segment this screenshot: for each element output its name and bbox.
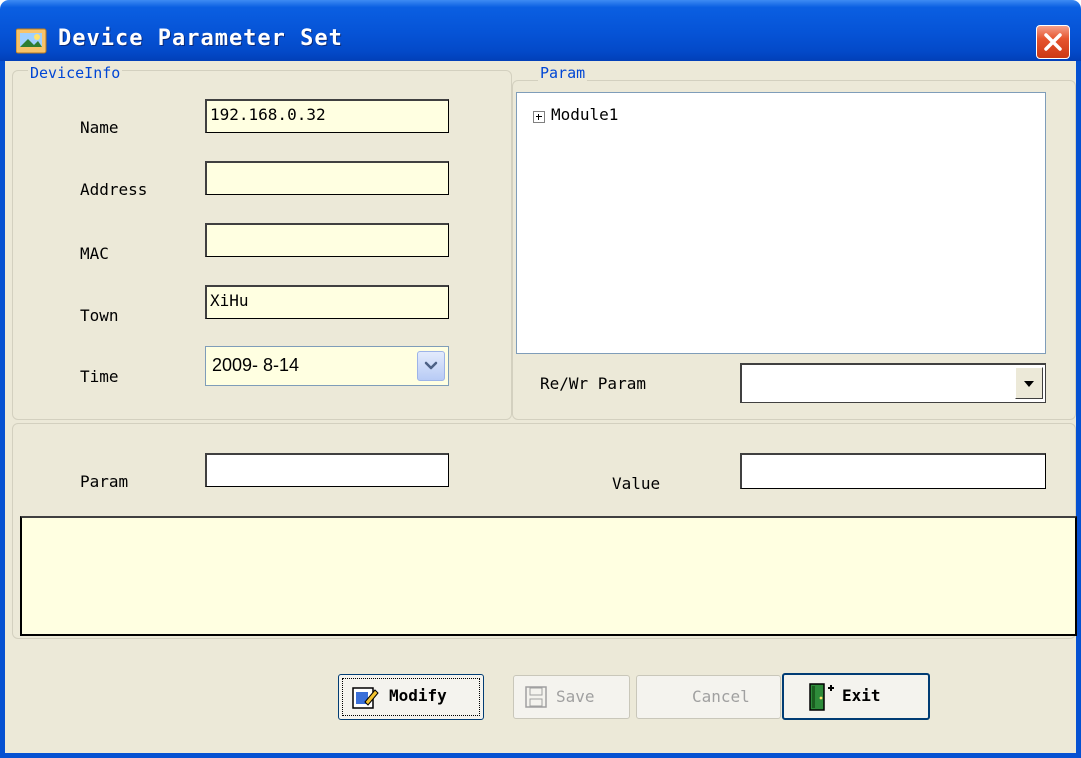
window-title: Device Parameter Set (58, 26, 343, 51)
close-button[interactable] (1036, 25, 1070, 59)
rewr-param-label: Re/Wr Param (540, 374, 646, 393)
date-dropdown-button[interactable] (417, 351, 445, 381)
app-icon (15, 27, 50, 55)
param-tree[interactable]: Module1 (516, 92, 1046, 354)
time-value: 2009- 8-14 (212, 355, 300, 375)
value-field[interactable] (740, 453, 1046, 489)
name-field[interactable]: 192.168.0.32 (205, 99, 449, 133)
message-memo[interactable] (20, 516, 1077, 636)
name-label: Name (80, 118, 119, 137)
window-frame-right (1076, 61, 1081, 758)
save-icon (524, 685, 548, 713)
exit-button-label: Exit (842, 686, 881, 705)
tree-node-module1[interactable]: Module1 (551, 105, 618, 124)
exit-button[interactable]: Exit (782, 673, 930, 720)
time-date-picker[interactable]: 2009- 8-14 (205, 346, 449, 386)
town-field[interactable]: XiHu (205, 285, 449, 319)
device-parameter-window: Device Parameter Set DeviceInfo Name 192… (0, 0, 1081, 758)
rewr-dropdown-button[interactable] (1015, 367, 1043, 399)
modify-icon (351, 684, 379, 714)
close-icon (1037, 33, 1069, 62)
address-label: Address (80, 180, 148, 199)
save-button-label: Save (556, 687, 595, 706)
mac-label: MAC (80, 244, 109, 263)
device-info-group-label: DeviceInfo (28, 64, 123, 82)
rewr-param-combo[interactable] (740, 363, 1046, 403)
save-button[interactable]: Save (513, 675, 630, 719)
exit-door-icon (808, 682, 838, 716)
param-group-label: Param (538, 64, 588, 82)
mac-field[interactable] (205, 223, 449, 257)
address-field[interactable] (205, 161, 449, 195)
param-field[interactable] (205, 453, 449, 487)
expand-plus-icon[interactable] (533, 111, 545, 123)
cancel-button[interactable]: Cancel (636, 675, 781, 719)
chevron-down-icon (418, 361, 444, 384)
modify-button-label: Modify (389, 686, 447, 705)
window-frame-bottom (0, 753, 1081, 758)
time-label: Time (80, 367, 119, 386)
dropdown-arrow-icon (1016, 381, 1042, 402)
title-bar[interactable]: Device Parameter Set (0, 0, 1081, 61)
param-label: Param (80, 472, 129, 491)
cancel-button-label: Cancel (692, 687, 750, 706)
value-label: Value (612, 474, 661, 493)
town-label: Town (80, 306, 119, 325)
modify-button[interactable]: Modify (338, 674, 484, 720)
